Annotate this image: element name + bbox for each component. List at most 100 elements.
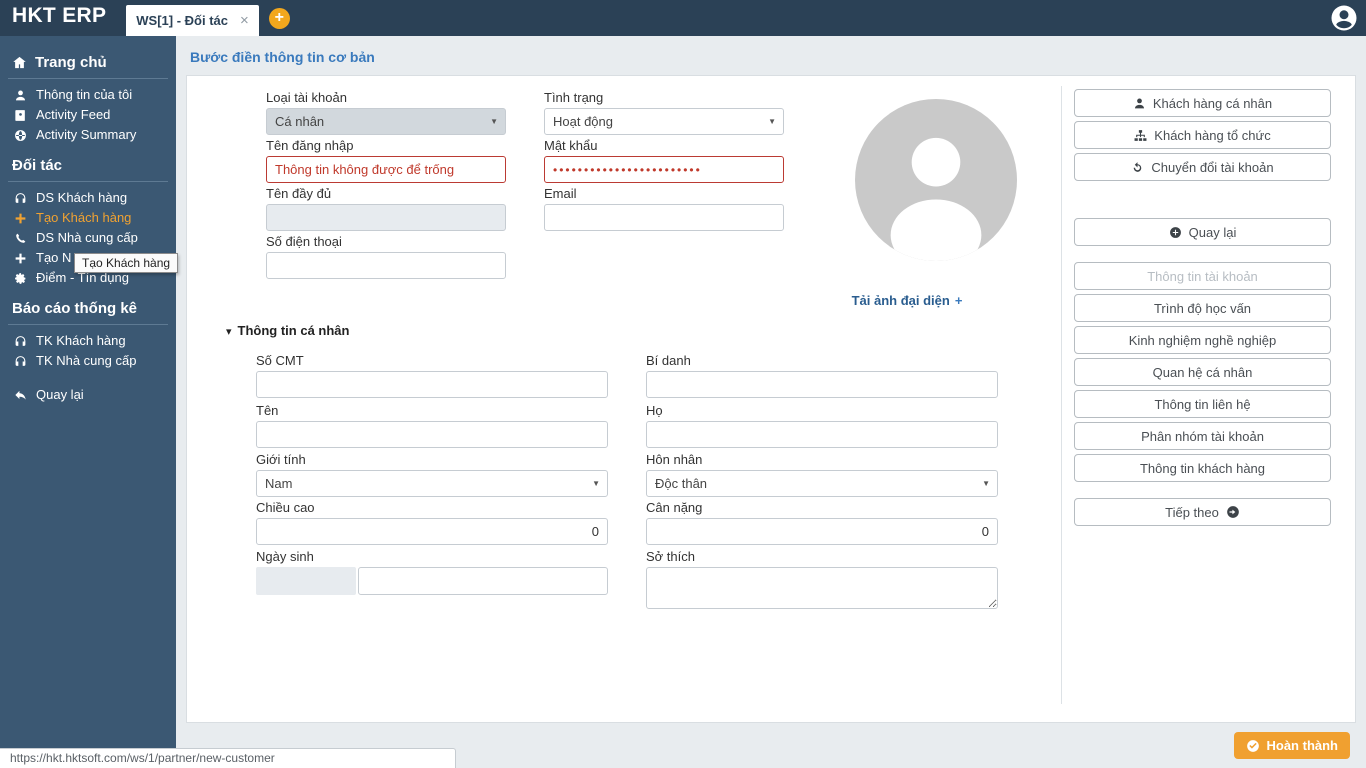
field-nickname: Bí danh <box>646 353 998 398</box>
username-input[interactable] <box>266 156 506 183</box>
headset-icon <box>14 335 27 348</box>
sidebar-section-partners-label: Đối tác <box>12 157 63 174</box>
vertical-divider <box>1061 86 1062 704</box>
field-id-number: Số CMT <box>256 353 608 398</box>
sidebar-section-home[interactable]: Trang chủ <box>8 54 168 79</box>
marital-status-select[interactable]: Độc thân <box>646 470 998 497</box>
marital-status-value: Độc thân <box>655 476 708 491</box>
reply-icon <box>14 389 27 402</box>
nickname-input[interactable] <box>646 371 998 398</box>
field-dob: Ngày sinh <box>256 549 608 595</box>
dob-input[interactable] <box>358 567 608 595</box>
account-group-button[interactable]: Phân nhóm tài khoản <box>1074 422 1331 450</box>
sidebar-section-home-label: Trang chủ <box>35 54 107 71</box>
button-label: Thông tin khách hàng <box>1139 460 1266 476</box>
next-button[interactable]: Tiếp theo <box>1074 498 1331 526</box>
finish-button[interactable]: Hoàn thành <box>1233 732 1350 759</box>
email-label: Email <box>544 186 577 201</box>
button-label: Khách hàng cá nhân <box>1152 95 1273 111</box>
gear-icon <box>14 272 27 285</box>
sidebar-item-label: Activity Feed <box>36 107 111 122</box>
button-label: Tiếp theo <box>1165 504 1219 520</box>
field-username: Tên đăng nhập <box>266 138 506 183</box>
dob-label: Ngày sinh <box>256 549 314 564</box>
weight-input[interactable] <box>646 518 998 545</box>
sidebar-item-supplier-stats[interactable]: TK Nhà cung cấp <box>0 351 176 371</box>
field-status: Tình trạng Hoạt động <box>544 90 784 135</box>
button-label: Thông tin liên hệ <box>1154 396 1251 412</box>
weight-label: Cân nặng <box>646 500 703 515</box>
last-name-input[interactable] <box>646 421 998 448</box>
upload-avatar-text: Tải ảnh đại diện <box>851 293 950 308</box>
account-icon[interactable] <box>1329 3 1359 33</box>
sidebar: Trang chủ Thông tin của tôi Activity Fee… <box>0 36 179 768</box>
button-label: Thông tin tài khoản <box>1147 268 1258 284</box>
sidebar-item-label: TK Khách hàng <box>36 333 126 348</box>
field-account-type: Loại tài khoản Cá nhân <box>266 90 506 135</box>
sidebar-item-supplier-list[interactable]: DS Nhà cung cấp <box>0 228 176 248</box>
email-input[interactable] <box>544 204 784 231</box>
workspace-tab[interactable]: WS[1] - Đối tác × <box>126 5 259 36</box>
workspace-tab-label: WS[1] - Đối tác <box>136 13 229 28</box>
field-weight: Cân nặng <box>646 500 998 545</box>
field-first-name: Tên <box>256 403 608 448</box>
sidebar-section-reports-label: Báo cáo thống kê <box>12 300 138 317</box>
main-content: Bước điền thông tin cơ bản Loại tài khoả… <box>176 36 1366 768</box>
add-tab-button[interactable]: + <box>268 8 290 29</box>
sidebar-section-partners: Đối tác <box>8 157 168 182</box>
user-icon <box>14 89 27 102</box>
height-input[interactable] <box>256 518 608 545</box>
education-button[interactable]: Trình độ học vấn <box>1074 294 1331 322</box>
field-gender: Giới tính Nam <box>256 452 608 497</box>
sidebar-item-customer-list[interactable]: DS Khách hàng <box>0 188 176 208</box>
gender-select[interactable]: Nam <box>256 470 608 497</box>
address-book-icon <box>14 109 27 122</box>
button-label: Kinh nghiệm nghề nghiệp <box>1128 332 1277 348</box>
customer-info-button[interactable]: Thông tin khách hàng <box>1074 454 1331 482</box>
last-name-label: Họ <box>646 403 663 418</box>
sidebar-item-label: Activity Summary <box>36 127 137 142</box>
sidebar-item-create-customer[interactable]: Tạo Khách hàng <box>0 208 176 228</box>
contact-info-button[interactable]: Thông tin liên hệ <box>1074 390 1331 418</box>
sidebar-item-label: DS Nhà cung cấp <box>36 230 138 245</box>
field-phone: Số điện thoại <box>266 234 506 279</box>
status-select[interactable]: Hoạt động <box>544 108 784 135</box>
tab-close-icon[interactable]: × <box>240 13 249 28</box>
sidebar-item-my-info[interactable]: Thông tin của tôi <box>0 85 176 105</box>
button-label: Phân nhóm tài khoản <box>1141 428 1264 444</box>
password-input[interactable] <box>544 156 784 183</box>
status-value: Hoạt động <box>553 114 613 129</box>
hobby-label: Sở thích <box>646 549 695 564</box>
hobby-textarea[interactable] <box>646 567 998 609</box>
field-password: Mật khẩu <box>544 138 784 183</box>
field-last-name: Họ <box>646 403 998 448</box>
password-label: Mật khẩu <box>544 138 598 153</box>
marital-status-label: Hôn nhân <box>646 452 703 467</box>
sidebar-item-go-back[interactable]: Quay lại <box>0 385 176 405</box>
customer-individual-button[interactable]: Khách hàng cá nhân <box>1074 89 1331 117</box>
phone-input[interactable] <box>266 252 506 279</box>
sidebar-item-activity-feed[interactable]: Activity Feed <box>0 105 176 125</box>
switch-account-button[interactable]: Chuyển đổi tài khoản <box>1074 153 1331 181</box>
account-info-button: Thông tin tài khoản <box>1074 262 1331 290</box>
personal-info-section-header[interactable]: Thông tin cá nhân <box>226 323 350 338</box>
sidebar-item-activity-summary[interactable]: Activity Summary <box>0 125 176 145</box>
work-experience-button[interactable]: Kinh nghiệm nghề nghiệp <box>1074 326 1331 354</box>
sidebar-item-customer-stats[interactable]: TK Khách hàng <box>0 331 176 351</box>
customer-organization-button[interactable]: Khách hàng tổ chức <box>1074 121 1331 149</box>
account-type-select[interactable]: Cá nhân <box>266 108 506 135</box>
dob-prefix <box>256 567 356 595</box>
button-label: Chuyển đổi tài khoản <box>1151 159 1274 175</box>
plus-icon <box>14 212 27 225</box>
personal-relations-button[interactable]: Quan hệ cá nhân <box>1074 358 1331 386</box>
username-label: Tên đăng nhập <box>266 138 354 153</box>
go-back-button[interactable]: Quay lại <box>1074 218 1331 246</box>
topbar: HKT ERP WS[1] - Đối tác × + <box>0 0 1366 36</box>
first-name-input[interactable] <box>256 421 608 448</box>
id-number-input[interactable] <box>256 371 608 398</box>
upload-avatar-link[interactable]: Tải ảnh đại diện + <box>787 293 1027 308</box>
finish-button-label: Hoàn thành <box>1266 738 1339 753</box>
field-hobby: Sở thích <box>646 549 998 609</box>
height-label: Chiều cao <box>256 500 315 515</box>
app-window: HKT ERP WS[1] - Đối tác × + Trang chủ Th… <box>0 0 1366 768</box>
